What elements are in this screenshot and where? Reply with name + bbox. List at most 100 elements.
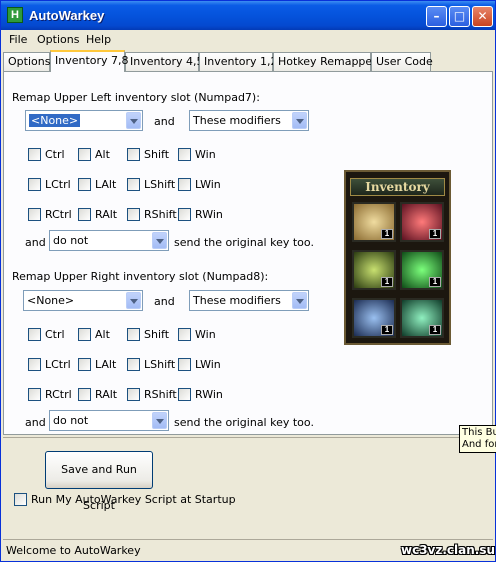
startup-checkbox-label: Run My AutoWarkey Script at Startup <box>31 493 236 506</box>
chevron-down-icon[interactable] <box>292 112 307 129</box>
checkbox-label: LWin <box>195 358 221 371</box>
watermark: wc3vz.clan.su <box>401 543 496 557</box>
checkbox-box[interactable] <box>127 388 140 401</box>
tab-inventory-1-2[interactable]: Inventory 1,2 <box>199 52 278 71</box>
group1-send-suffix: send the original key too. <box>174 236 314 249</box>
inventory-slot-scroll-icon: 1 <box>352 202 396 242</box>
maximize-button[interactable]: □ <box>449 6 470 27</box>
checkbox-label: LShift <box>144 358 176 371</box>
close-button[interactable]: ✕ <box>472 6 493 27</box>
tab-user-code[interactable]: User Code <box>371 52 433 71</box>
slot-count: 1 <box>429 277 441 287</box>
tooltip-line-1: This Bu <box>462 427 496 438</box>
checkbox-box[interactable] <box>178 148 191 161</box>
group2-and-label: and <box>154 295 175 308</box>
inventory-slot-wand-icon: 1 <box>400 298 444 338</box>
checkbox-label: RShift <box>144 388 177 401</box>
group2-key-select[interactable]: <None> <box>23 290 143 311</box>
inventory-slot-claws-icon: 1 <box>400 202 444 242</box>
slot-count: 1 <box>429 325 441 335</box>
checkbox-label: Ctrl <box>45 148 65 161</box>
checkbox-label: RAlt <box>95 208 118 221</box>
checkbox-box[interactable] <box>78 358 91 371</box>
checkbox-box[interactable] <box>127 208 140 221</box>
title-bar[interactable]: H AutoWarkey – □ ✕ <box>1 1 495 30</box>
checkbox-box[interactable] <box>127 358 140 371</box>
group2-send-value: do not <box>53 414 89 427</box>
checkbox-box[interactable] <box>78 148 91 161</box>
group2-send-and-label: and <box>25 416 46 429</box>
checkbox-box[interactable] <box>78 178 91 191</box>
inventory-slot-potion-icon: 1 <box>352 250 396 290</box>
group1-send-select[interactable]: do not <box>49 230 169 251</box>
checkbox-box[interactable] <box>127 328 140 341</box>
inventory-slot-boots-icon: 1 <box>352 298 396 338</box>
tab-strip: Options Inventory 7,8 Inventory 4,5 Inve… <box>1 50 495 72</box>
checkbox-box[interactable] <box>28 178 41 191</box>
checkbox-box[interactable] <box>78 208 91 221</box>
group2-modifier-select[interactable]: These modifiers <box>189 290 309 311</box>
inventory-title: Inventory <box>350 178 445 196</box>
checkbox-box[interactable] <box>178 388 191 401</box>
group1-modifier-select[interactable]: These modifiers <box>189 110 309 131</box>
tab-inventory-4-5[interactable]: Inventory 4,5 <box>125 52 204 71</box>
checkbox-label: Shift <box>144 148 170 161</box>
checkbox-box[interactable] <box>178 358 191 371</box>
menu-file[interactable]: File <box>9 33 27 46</box>
group1-key-select[interactable]: <None> <box>25 110 143 131</box>
group2-send-select[interactable]: do not <box>49 410 169 431</box>
group1-send-and-label: and <box>25 236 46 249</box>
slot-count: 1 <box>381 277 393 287</box>
minimize-button[interactable]: – <box>426 6 447 27</box>
group2-heading: Remap Upper Right inventory slot (Numpad… <box>12 270 269 283</box>
chevron-down-icon[interactable] <box>126 112 141 129</box>
group2-modifier-value: These modifiers <box>193 294 281 307</box>
group2-send-suffix: send the original key too. <box>174 416 314 429</box>
menu-help[interactable]: Help <box>86 33 111 46</box>
checkbox-label: Ctrl <box>45 328 65 341</box>
checkbox-box[interactable] <box>28 148 41 161</box>
chevron-down-icon[interactable] <box>292 292 307 309</box>
slot-count: 1 <box>429 229 441 239</box>
checkbox-box[interactable] <box>178 328 191 341</box>
tooltip-line-2: And for <box>462 439 496 450</box>
checkbox-label: Win <box>195 328 216 341</box>
checkbox-label: RWin <box>195 208 223 221</box>
checkbox-label: Shift <box>144 328 170 341</box>
tab-hotkey-remapper[interactable]: Hotkey Remapper <box>273 52 377 71</box>
chevron-down-icon[interactable] <box>126 292 141 309</box>
window-title: AutoWarkey <box>29 8 105 23</box>
checkbox-box[interactable] <box>178 178 191 191</box>
checkbox-label: Win <box>195 148 216 161</box>
group1-send-value: do not <box>53 234 89 247</box>
checkbox-box[interactable] <box>127 148 140 161</box>
checkbox-label: Alt <box>95 328 110 341</box>
tab-inventory-7-8[interactable]: Inventory 7,8 <box>50 50 129 72</box>
group1-and-label: and <box>154 115 175 128</box>
checkbox-label: RAlt <box>95 388 118 401</box>
group1-heading: Remap Upper Left inventory slot (Numpad7… <box>12 91 260 104</box>
checkbox-box[interactable] <box>127 178 140 191</box>
checkbox-label: RCtrl <box>45 208 72 221</box>
checkbox-box[interactable] <box>78 328 91 341</box>
checkbox-box[interactable] <box>28 328 41 341</box>
checkbox-box[interactable] <box>78 388 91 401</box>
checkbox-box[interactable] <box>178 208 191 221</box>
checkbox-label: RWin <box>195 388 223 401</box>
group1-modifier-value: These modifiers <box>193 114 281 127</box>
menu-options[interactable]: Options <box>37 33 79 46</box>
inventory-image: Inventory 1 1 1 1 1 1 <box>344 170 451 345</box>
save-and-run-button[interactable]: Save and Run Script <box>45 451 153 512</box>
checkbox-box[interactable] <box>14 493 27 506</box>
checkbox-label: LCtrl <box>45 178 71 191</box>
checkbox-box[interactable] <box>28 358 41 371</box>
group2-key-value: <None> <box>27 294 75 307</box>
checkbox-box[interactable] <box>28 208 41 221</box>
checkbox-box[interactable] <box>28 388 41 401</box>
chevron-down-icon[interactable] <box>152 232 167 249</box>
checkbox-label: RShift <box>144 208 177 221</box>
tooltip: This Bu And for <box>459 425 496 453</box>
tab-options[interactable]: Options <box>3 52 50 71</box>
chevron-down-icon[interactable] <box>152 412 167 429</box>
checkbox-label: Alt <box>95 148 110 161</box>
